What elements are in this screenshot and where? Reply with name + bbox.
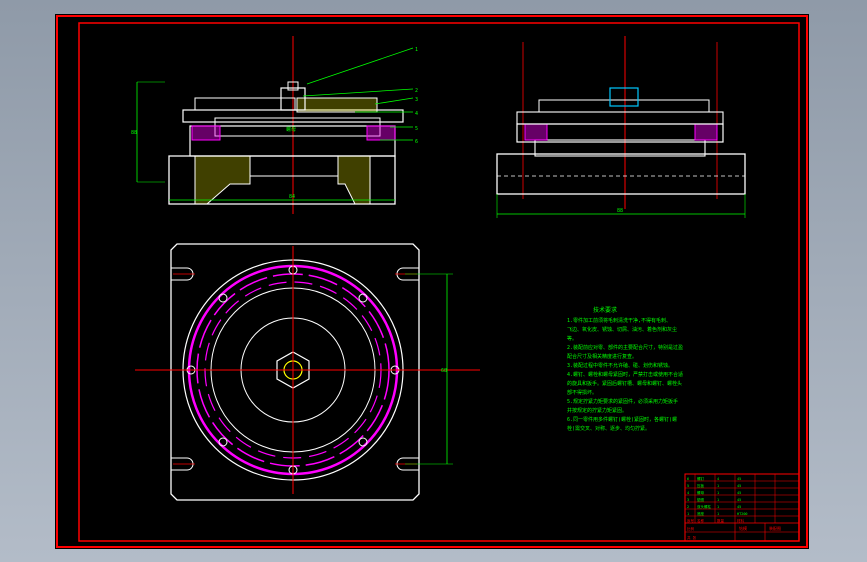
tech-req-line: 飞边、氧化皮、锈蚀、切屑、油污、着色剂和灰尘 bbox=[567, 326, 677, 333]
front-inner-label: 螺母 bbox=[286, 126, 296, 133]
side-plate bbox=[516, 123, 724, 143]
plan-bolt-hole bbox=[218, 293, 228, 303]
tech-req-line: 5.规定拧紧力矩要求的紧固件，必须采用力矩扳手 bbox=[567, 398, 678, 405]
plan-view: 68 bbox=[135, 243, 480, 501]
callout-3: 3 bbox=[415, 97, 418, 103]
side-view: 88 bbox=[496, 36, 746, 218]
bom-cell: 1 bbox=[717, 512, 719, 516]
side-top-plate bbox=[516, 111, 724, 125]
bom-cell: 45 bbox=[737, 505, 741, 509]
bom-cell: 螺母 bbox=[697, 490, 705, 495]
bom-cell: 1 bbox=[717, 491, 719, 495]
bom-cell: 3 bbox=[687, 498, 689, 502]
tech-req-line: 4.螺钉、螺栓和螺母紧固时，严禁打击或使用不合适 bbox=[567, 371, 683, 378]
plan-height-dim: 68 bbox=[441, 368, 447, 374]
technical-requirements: 技术要求 1.零件加工前须将毛刺清洗干净,不得有毛刺、 飞边、氧化皮、锈蚀、切屑… bbox=[567, 306, 683, 432]
cad-viewport[interactable]: 螺母 88 84 1 2 3 4 5 6 88 68 技术要求 1.零件加工前须… bbox=[55, 14, 809, 549]
outer-frame bbox=[56, 15, 808, 548]
bom-cell: 4 bbox=[687, 491, 689, 495]
inner-frame bbox=[78, 22, 800, 542]
callout-4: 4 bbox=[415, 111, 418, 117]
side-clamp-right bbox=[694, 123, 718, 141]
assembly-drawing: 螺母 88 84 1 2 3 4 5 6 88 68 技术要求 1.零件加工前须… bbox=[56, 15, 808, 548]
leader-2 bbox=[302, 88, 414, 97]
leader-3 bbox=[374, 97, 414, 105]
front-base-hatch-right bbox=[337, 155, 371, 205]
tech-req-line: 6.同一零件用多件螺钉(螺栓)紧固时，各螺钉(螺 bbox=[567, 416, 677, 423]
front-base-hatch-left bbox=[194, 155, 251, 205]
title-block: 6 螺钉 4 45 5 压板 1 45 4 螺母 1 45 3 垫圈 1 45 … bbox=[684, 473, 800, 542]
bom-header: 序号 bbox=[687, 518, 695, 523]
bom-header: 数量 bbox=[717, 518, 725, 523]
callout-6: 6 bbox=[415, 139, 418, 145]
bom-cell: 压板 bbox=[697, 483, 705, 488]
bom-cell: HT200 bbox=[737, 512, 748, 516]
tech-req-line: 栓)需交叉、对称、逐步、均匀拧紧。 bbox=[567, 425, 650, 432]
leader-1 bbox=[306, 47, 414, 85]
bom-cell: 2 bbox=[687, 505, 689, 509]
bom-cell: 1 bbox=[717, 505, 719, 509]
scale-label: 比例 bbox=[687, 526, 695, 531]
front-workpiece bbox=[214, 117, 381, 137]
side-nut bbox=[609, 87, 639, 107]
front-section-view: 螺母 88 84 1 2 3 4 5 6 bbox=[131, 36, 418, 214]
bom-cell: 双头螺柱 bbox=[697, 504, 711, 509]
front-width-dim: 84 bbox=[289, 194, 295, 200]
drawing-name: 钻模 bbox=[739, 525, 747, 531]
callout-5: 5 bbox=[415, 126, 418, 132]
bom-cell: 45 bbox=[737, 477, 741, 481]
front-guide-plate bbox=[194, 97, 296, 111]
bom-cell: 1 bbox=[717, 484, 719, 488]
tech-req-line: 并按规定的拧紧力矩紧固。 bbox=[567, 407, 627, 414]
bom-cell: 5 bbox=[687, 484, 689, 488]
tech-req-line: 部不得损坏。 bbox=[567, 389, 597, 396]
drawing-code: 装配图 bbox=[769, 525, 781, 531]
side-width-dim: 88 bbox=[617, 208, 623, 214]
plan-bolt-hole bbox=[358, 293, 368, 303]
front-clamp-left bbox=[191, 125, 221, 141]
bom-header: 材料 bbox=[737, 518, 745, 523]
bom-cell: 垫圈 bbox=[697, 497, 705, 502]
tech-req-line: 配合尺寸及相关精度进行复查。 bbox=[567, 353, 637, 360]
front-base-bore bbox=[249, 155, 339, 177]
tech-req-line: 1.零件加工前须将毛刺清洗干净,不得有毛刺、 bbox=[567, 317, 671, 324]
bom-cell: 45 bbox=[737, 484, 741, 488]
bom-cell: 螺钉 bbox=[697, 476, 705, 481]
bom-cell: 6 bbox=[687, 477, 689, 481]
plan-bolt-hole bbox=[358, 437, 368, 447]
plan-bolt-hole bbox=[218, 437, 228, 447]
callout-2: 2 bbox=[415, 88, 418, 94]
bom-cell: 4 bbox=[717, 477, 719, 481]
bom-cell: 1 bbox=[717, 498, 719, 502]
side-clamp-left bbox=[524, 123, 548, 141]
tech-req-line: 的旋具和扳手。紧固后螺钉槽、螺母和螺钉、螺栓头 bbox=[567, 380, 682, 387]
front-clamp-right bbox=[366, 125, 396, 141]
tech-req-line: 3.装配过程中零件不允许磕、碰、划伤和锈蚀。 bbox=[567, 362, 673, 369]
side-base bbox=[496, 153, 746, 195]
bom-header: 名称 bbox=[697, 518, 705, 523]
bom-cell: 45 bbox=[737, 498, 741, 502]
sheet-label: 共 张 bbox=[687, 535, 697, 540]
front-pressure-plate bbox=[296, 97, 378, 113]
bom-cell: 45 bbox=[737, 491, 741, 495]
bom-cell: 1 bbox=[687, 512, 689, 516]
tech-req-title: 技术要求 bbox=[593, 306, 617, 314]
front-height-dim: 88 bbox=[131, 130, 137, 136]
tech-req-line: 等。 bbox=[567, 335, 577, 342]
callout-1: 1 bbox=[415, 47, 418, 53]
bom-cell: 底座 bbox=[697, 511, 705, 516]
tech-req-line: 2.装配前应对零、部件的主要配合尺寸，特别是过盈 bbox=[567, 344, 683, 351]
